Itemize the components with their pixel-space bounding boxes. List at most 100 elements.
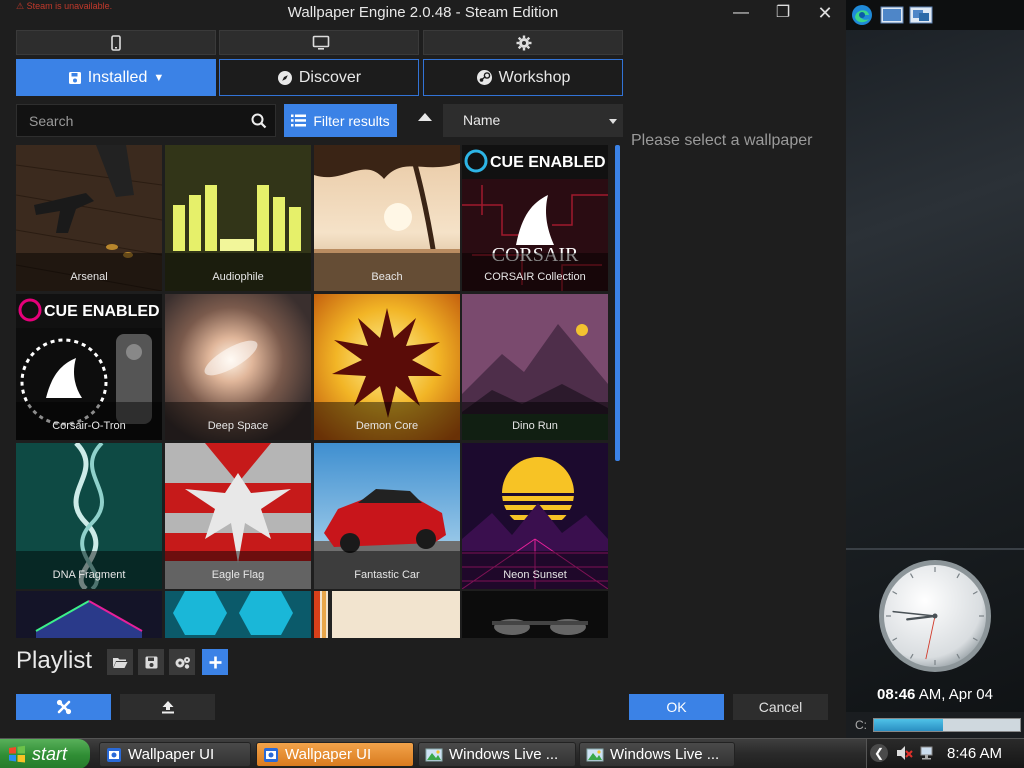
tools-button[interactable]: [16, 694, 111, 720]
windows-logo-icon: [9, 745, 25, 763]
wallpaper-thumbnail: [314, 591, 460, 638]
wallpaper-title: Demon Core: [314, 402, 460, 440]
ok-button[interactable]: OK: [629, 694, 724, 720]
restore-button[interactable]: ❐: [770, 2, 796, 24]
wallpaper-tile[interactable]: [314, 591, 460, 638]
search-input[interactable]: [17, 105, 245, 136]
drive-usage-fill: [874, 719, 943, 731]
preview-message: Please select a wallpaper: [631, 132, 813, 149]
plus-icon: [209, 656, 221, 668]
wallpaper-tile[interactable]: Neon Sunset: [462, 443, 608, 589]
save-icon: [68, 71, 81, 84]
edge-browser-icon[interactable]: [850, 4, 874, 26]
taskbar-item-windows-live[interactable]: Windows Live ...: [418, 742, 576, 767]
minimize-button[interactable]: —: [728, 2, 754, 24]
wallpaper-grid: Arsenal Audiophile Beach CUE ENABLED COR…: [16, 145, 610, 638]
wallpaper-tile[interactable]: [16, 591, 162, 638]
panel-divider: [846, 548, 1024, 550]
wallpaper-thumbnail: [16, 591, 162, 638]
clock-time: 08:46: [877, 686, 916, 703]
tab-workshop[interactable]: Workshop: [423, 59, 623, 96]
start-button[interactable]: start: [0, 739, 90, 768]
taskbar: start Wallpaper UI Wallpaper UI Windows …: [0, 738, 1024, 768]
clock-date: AM, Apr 04: [915, 686, 993, 703]
wallpaper-tile[interactable]: Demon Core: [314, 294, 460, 440]
wallpaper-title: Corsair-O-Tron: [16, 402, 162, 440]
wallpaper-title: CORSAIR Collection: [462, 253, 608, 291]
quick-launch-bar: [846, 0, 1024, 30]
photo-gallery-icon: [586, 748, 604, 761]
volume-muted-icon[interactable]: [895, 745, 913, 761]
wallpaper-title: Arsenal: [16, 253, 162, 291]
taskbar-item-windows-live-2[interactable]: Windows Live ...: [579, 742, 735, 767]
gears-icon: [175, 656, 190, 669]
playlist-configure-button[interactable]: [169, 649, 195, 675]
device-tab-desktop[interactable]: [219, 30, 419, 55]
phone-icon: [111, 35, 121, 51]
compass-icon: [277, 70, 292, 85]
filter-list-icon: [291, 114, 307, 127]
photo-gallery-icon: [425, 748, 443, 761]
app-window-icon: [107, 747, 121, 762]
tools-icon: [56, 699, 71, 715]
sort-direction-button[interactable]: [418, 113, 432, 121]
close-button[interactable]: ✕: [812, 2, 838, 24]
wallpaper-tile[interactable]: DNA Fragment: [16, 443, 162, 589]
device-tab-mobile[interactable]: [16, 30, 216, 55]
tab-discover[interactable]: Discover: [219, 59, 419, 96]
upload-icon: [161, 701, 174, 714]
wallpaper-tile[interactable]: [165, 591, 311, 638]
search-icon[interactable]: [251, 113, 267, 129]
taskbar-item-wallpaper-ui[interactable]: Wallpaper UI: [99, 742, 251, 767]
desktop-sidebar: 08:46 AM, Apr 04 C:: [846, 0, 1024, 738]
wallpaper-engine-window: ⚠ Steam is unavailable. Wallpaper Engine…: [0, 0, 846, 738]
wallpaper-tile[interactable]: Dino Run: [462, 294, 608, 440]
wallpaper-tile[interactable]: Arsenal: [16, 145, 162, 291]
playlist-save-button[interactable]: [138, 649, 164, 675]
tab-installed[interactable]: Installed ▼: [16, 59, 216, 96]
analog-clock: [879, 560, 991, 672]
tray-expand-icon[interactable]: ❮: [870, 744, 888, 762]
wallpaper-tile[interactable]: Deep Space: [165, 294, 311, 440]
taskbar-item-label: Wallpaper UI: [128, 746, 215, 763]
drive-usage-bar: [873, 718, 1021, 732]
wallpaper-tile[interactable]: Fantastic Car: [314, 443, 460, 589]
wallpaper-title: Dino Run: [462, 402, 608, 440]
wallpaper-title: Deep Space: [165, 402, 311, 440]
upload-button[interactable]: [120, 694, 215, 720]
filter-results-label: Filter results: [313, 112, 390, 129]
taskbar-item-label: Windows Live ...: [449, 746, 559, 763]
title-bar[interactable]: ⚠ Steam is unavailable. Wallpaper Engine…: [0, 0, 846, 28]
wallpaper-title: Audiophile: [165, 253, 311, 291]
cancel-button[interactable]: Cancel: [733, 694, 828, 720]
filter-results-button[interactable]: Filter results: [284, 104, 397, 137]
device-tab-settings[interactable]: [423, 30, 623, 55]
show-desktop-icon[interactable]: [880, 4, 904, 26]
playlist-open-button[interactable]: [107, 649, 133, 675]
taskbar-item-label: Wallpaper UI: [285, 746, 372, 763]
system-tray: ❮ 8:46 AM: [866, 739, 1024, 768]
start-label: start: [32, 743, 68, 764]
wallpaper-title: Fantastic Car: [314, 551, 460, 589]
grid-scrollbar[interactable]: [615, 145, 620, 461]
search-box: [16, 104, 276, 137]
chevron-down-icon: ▼: [153, 71, 165, 84]
wallpaper-thumbnail: [165, 591, 311, 638]
tab-installed-label: Installed: [87, 68, 148, 86]
wallpaper-tile[interactable]: CUE ENABLED CORSAIR CORSAIR Collection: [462, 145, 608, 291]
switch-windows-icon[interactable]: [909, 4, 933, 26]
playlist-add-button[interactable]: [202, 649, 228, 675]
wallpaper-tile[interactable]: [462, 591, 608, 638]
taskbar-item-wallpaper-ui-active[interactable]: Wallpaper UI: [256, 742, 414, 767]
wallpaper-tile[interactable]: Audiophile: [165, 145, 311, 291]
cue-badge-text: CUE ENABLED: [44, 303, 160, 320]
tab-workshop-label: Workshop: [498, 68, 571, 86]
drive-meter: C:: [846, 712, 1024, 738]
tray-clock: 8:46 AM: [947, 745, 1003, 762]
sort-select[interactable]: Name: [443, 104, 623, 137]
wallpaper-tile[interactable]: CUE ENABLED Corsair-O-Tron: [16, 294, 162, 440]
network-icon[interactable]: [919, 745, 937, 761]
wallpaper-title: Beach: [314, 253, 460, 291]
wallpaper-tile[interactable]: Eagle Flag: [165, 443, 311, 589]
wallpaper-tile[interactable]: Beach: [314, 145, 460, 291]
